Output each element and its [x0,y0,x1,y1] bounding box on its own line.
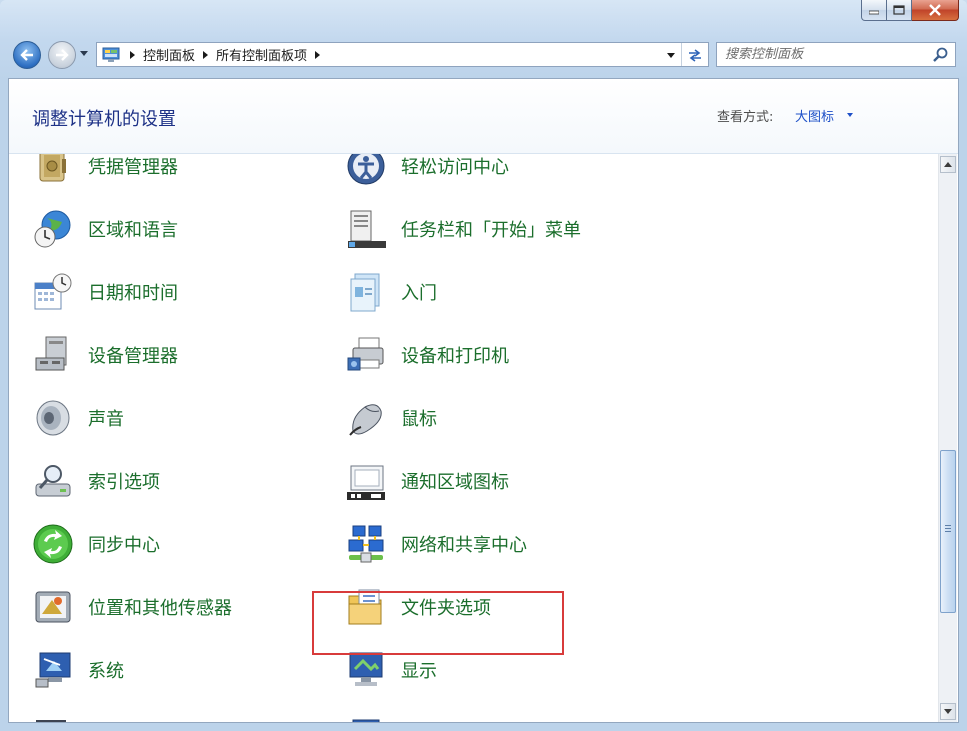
item-system[interactable]: 系统 [32,644,124,696]
partial-icon [32,712,74,722]
item-label: 位置和其他传感器 [88,598,232,619]
maximize-button[interactable] [887,0,912,21]
item-label: 任务栏和「开始」菜单 [401,220,581,241]
view-by-label: 查看方式: [717,110,774,125]
item-network-sharing-center[interactable]: 网络和共享中心 [345,518,527,570]
view-by-dropdown[interactable]: 大图标 [795,106,834,125]
content-pane: 调整计算机的设置 查看方式: 大图标 凭据管理器 轻松访问中心 区域和语言 任务… [8,78,959,723]
item-label: 凭据管理器 [88,157,178,178]
search-icon[interactable] [933,47,949,63]
close-icon [929,4,941,16]
address-dropdown-button[interactable] [667,53,675,58]
breadcrumb-separator[interactable] [315,50,321,59]
taskbar-icon [345,208,387,250]
forward-arrow-icon [56,49,69,61]
recent-pages-dropdown[interactable] [80,51,88,56]
item-ease-of-access[interactable]: 轻松访问中心 [345,154,509,192]
highlight-box [312,591,564,655]
notification-area-icon [345,460,387,502]
item-mouse[interactable]: 鼠标 [345,392,437,444]
item-date-time[interactable]: 日期和时间 [32,266,178,318]
breadcrumb-separator[interactable] [130,50,135,59]
partial-icon [345,712,387,722]
sync-center-icon [32,523,74,565]
maximize-icon [893,5,905,15]
item-location-sensors[interactable]: 位置和其他传感器 [32,581,232,633]
item-sync-center[interactable]: 同步中心 [32,518,160,570]
minimize-button[interactable] [861,0,887,21]
refresh-icon [689,48,701,62]
item-label: 索引选项 [88,472,160,493]
printer-icon [345,334,387,376]
page-title: 调整计算机的设置 [32,109,176,130]
scrollbar-thumb[interactable] [940,450,956,613]
item-credential-manager[interactable]: 凭据管理器 [32,154,178,192]
item-label: 区域和语言 [88,220,178,241]
calendar-clock-icon [32,271,74,313]
display-icon [345,649,387,691]
item-label: 显示 [401,661,437,682]
item-devices-printers[interactable]: 设备和打印机 [345,329,509,381]
item-label: 设备和打印机 [401,346,509,367]
mouse-icon [345,397,387,439]
speaker-icon [32,397,74,439]
header-band: 调整计算机的设置 查看方式: 大图标 [9,79,958,154]
item-sound[interactable]: 声音 [32,392,124,444]
item-notification-area-icons[interactable]: 通知区域图标 [345,455,509,507]
item-label: 系统 [88,661,124,682]
credential-vault-icon [32,154,74,187]
item-label: 入门 [401,283,437,304]
minimize-icon [869,10,879,15]
network-sharing-icon [345,523,387,565]
item-device-manager[interactable]: 设备管理器 [32,329,178,381]
item-taskbar-start-menu[interactable]: 任务栏和「开始」菜单 [345,203,581,255]
getting-started-icon [345,271,387,313]
caption-buttons [861,0,959,22]
breadcrumb-all-items[interactable]: 所有控制面板项 [216,45,307,64]
item-partial[interactable] [32,707,74,722]
scroll-up-button[interactable] [940,156,956,173]
items-grid: 凭据管理器 轻松访问中心 区域和语言 任务栏和「开始」菜单 日期和时间 入门 设… [9,154,938,722]
back-button[interactable] [13,41,41,69]
system-icon [32,649,74,691]
search-input[interactable] [717,43,927,66]
item-region-language[interactable]: 区域和语言 [32,203,178,255]
control-panel-window: 控制面板 所有控制面板项 调整计算机的设置 查看方式: 大图标 凭据管理器 [0,0,967,731]
item-label: 同步中心 [88,535,160,556]
address-bar[interactable]: 控制面板 所有控制面板项 [96,42,709,67]
item-label: 日期和时间 [88,283,178,304]
breadcrumb-separator[interactable] [203,50,209,59]
item-indexing-options[interactable]: 索引选项 [32,455,160,507]
globe-clock-icon [32,208,74,250]
chevron-down-icon[interactable] [847,113,853,117]
scroll-down-button[interactable] [940,703,956,720]
chevron-up-icon [944,162,952,167]
ease-of-access-icon [345,154,387,187]
item-getting-started[interactable]: 入门 [345,266,437,318]
chevron-down-icon [944,709,952,714]
location-sensor-icon [32,586,74,628]
control-panel-icon [102,47,122,63]
device-manager-icon [32,334,74,376]
item-label: 轻松访问中心 [401,157,509,178]
item-label: 网络和共享中心 [401,535,527,556]
refresh-button[interactable] [681,43,708,66]
item-label: 声音 [88,409,124,430]
forward-button[interactable] [48,41,76,69]
item-partial[interactable] [345,707,387,722]
breadcrumb-control-panel[interactable]: 控制面板 [143,45,195,64]
item-label: 鼠标 [401,409,437,430]
vertical-scrollbar[interactable] [938,154,957,722]
item-label: 通知区域图标 [401,472,509,493]
search-box [716,42,956,67]
item-label: 设备管理器 [88,346,178,367]
close-button[interactable] [912,0,959,21]
indexing-icon [32,460,74,502]
back-arrow-icon [20,49,33,61]
